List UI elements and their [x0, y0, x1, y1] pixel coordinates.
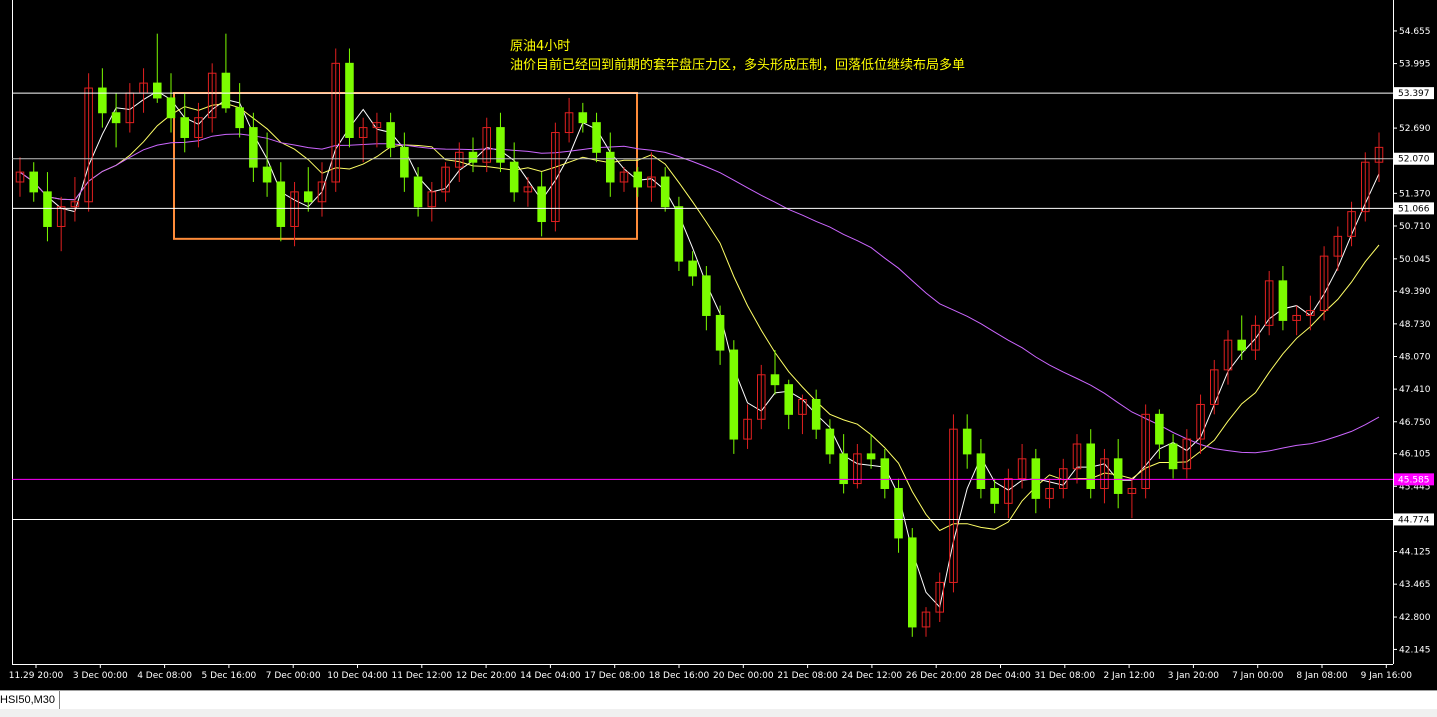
price-level-label-4: 44.774 — [1398, 515, 1430, 525]
y-tick-label-21: 42.145 — [1399, 645, 1431, 655]
candle-body-36 — [509, 161, 519, 193]
x-tick-label-20: 8 Jan 08:00 — [1296, 671, 1348, 681]
candle-body-38 — [537, 186, 546, 223]
candle-body-48 — [674, 206, 684, 262]
candle-body-62 — [866, 453, 876, 460]
candle-body-33 — [468, 151, 478, 163]
candle-body-69 — [962, 428, 972, 455]
candle-body-16 — [235, 107, 244, 129]
y-tick-label-18: 44.125 — [1399, 548, 1431, 558]
x-tick-label-14: 26 Dec 20:00 — [906, 671, 967, 681]
candle-body-28 — [400, 146, 409, 178]
x-tick-label-3: 5 Dec 16:00 — [201, 671, 256, 681]
candle-body-42 — [592, 122, 601, 153]
price-level-label-0: 53.397 — [1398, 89, 1430, 99]
y-tick-label-0: 54.655 — [1399, 27, 1431, 37]
candle-body-84 — [1168, 443, 1178, 470]
x-tick-label-7: 12 Dec 20:00 — [456, 671, 517, 681]
x-tick-label-13: 24 Dec 12:00 — [842, 671, 903, 681]
candle-body-45 — [633, 171, 643, 188]
candle-body-1 — [29, 171, 39, 193]
y-tick-label-7: 50.710 — [1399, 222, 1431, 232]
candle-body-10 — [152, 82, 162, 99]
y-tick-label-14: 46.105 — [1399, 450, 1431, 460]
candle-body-12 — [180, 117, 190, 138]
candle-body-92 — [1278, 280, 1288, 321]
y-tick-label-8: 50.045 — [1399, 255, 1431, 265]
y-tick-label-11: 48.070 — [1399, 352, 1431, 362]
y-tick-label-20: 42.800 — [1399, 613, 1431, 623]
candle-body-18 — [262, 166, 272, 183]
candle-body-49 — [688, 260, 697, 277]
x-tick-label-9: 17 Dec 08:00 — [584, 671, 645, 681]
candle-body-83 — [1155, 413, 1164, 445]
candle-body-55 — [770, 374, 780, 386]
candle-body-7 — [111, 112, 121, 124]
candle-body-56 — [784, 384, 794, 415]
candle-body-51 — [715, 314, 725, 351]
chart-area[interactable]: 54.655 53.995 52.690 51.370 50.710 50.045 49.3… — [0, 0, 1437, 690]
y-tick-label-12: 47.410 — [1399, 385, 1431, 395]
candle-body-47 — [660, 176, 670, 208]
candle-body-41 — [578, 112, 588, 124]
candle-body-78 — [1086, 443, 1096, 489]
y-tick-label-5: 51.370 — [1399, 189, 1431, 199]
candle-body-64 — [894, 487, 903, 539]
candle-body-50 — [702, 275, 711, 316]
candle-body-29 — [413, 176, 423, 208]
x-tick-label-15: 28 Dec 04:00 — [970, 671, 1031, 681]
candle-body-74 — [1031, 458, 1041, 499]
candle-body-17 — [249, 127, 258, 168]
x-tick-label-17: 2 Jan 12:00 — [1103, 671, 1155, 681]
candle-body-58 — [811, 399, 821, 430]
candle-body-65 — [907, 537, 917, 628]
candle-body-52 — [729, 349, 739, 440]
x-tick-label-1: 3 Dec 00:00 — [73, 671, 128, 681]
y-tick-label-9: 49.390 — [1399, 287, 1431, 297]
y-tick-label-10: 48.730 — [1399, 320, 1431, 330]
price-level-label-1: 52.070 — [1398, 155, 1430, 165]
candle-body-21 — [303, 191, 313, 203]
candle-body-15 — [221, 72, 231, 109]
candle-body-63 — [880, 458, 890, 489]
annotation-line-2: 油价目前已经回到前期的套牢盘压力区，多头形成压制，回落低位继续布局多单 — [510, 57, 965, 73]
x-tick-label-18: 3 Jan 20:00 — [1168, 671, 1220, 681]
x-tick-label-11: 20 Dec 00:00 — [713, 671, 774, 681]
price-level-label-2: 51.066 — [1398, 204, 1430, 214]
x-tick-label-19: 7 Jan 00:00 — [1232, 671, 1284, 681]
y-tick-label-3: 52.690 — [1399, 124, 1431, 134]
candle-body-19 — [276, 181, 286, 227]
price-level-label-3: 45.585 — [1398, 475, 1430, 485]
x-tick-label-16: 31 Dec 08:00 — [1035, 671, 1096, 681]
y-tick-label-19: 43.465 — [1399, 580, 1431, 590]
candle-body-59 — [825, 428, 835, 455]
x-tick-label-0: 11.29 20:00 — [9, 671, 64, 681]
price-chart[interactable]: 54.655 53.995 52.690 51.370 50.710 50.045 49.3… — [0, 0, 1437, 690]
candle-body-70 — [976, 453, 986, 489]
x-tick-label-12: 21 Dec 08:00 — [777, 671, 838, 681]
y-tick-label-1: 53.995 — [1399, 60, 1431, 70]
candle-body-71 — [990, 487, 999, 504]
candle-body-2 — [43, 191, 52, 227]
chart-tab-label[interactable]: HSI50,M30 — [0, 691, 61, 709]
candle-body-43 — [605, 151, 615, 183]
annotation-line-1: 原油4小时 — [510, 39, 570, 54]
x-tick-label-6: 11 Dec 12:00 — [392, 671, 453, 681]
candle-body-89 — [1237, 339, 1247, 351]
candle-body-6 — [98, 87, 107, 114]
y-tick-label-13: 46.750 — [1399, 418, 1431, 428]
x-tick-label-10: 18 Dec 16:00 — [649, 671, 710, 681]
candle-body-27 — [386, 122, 395, 148]
x-tick-label-21: 9 Jan 16:00 — [1361, 671, 1413, 681]
candle-body-11 — [166, 97, 176, 119]
candle-body-80 — [1113, 458, 1123, 494]
x-tick-label-4: 7 Dec 00:00 — [266, 671, 321, 681]
chart-tab-bar: HSI50,M30 — [0, 690, 1437, 717]
x-tick-label-5: 10 Dec 04:00 — [327, 671, 388, 681]
candle-body-35 — [496, 127, 505, 163]
candle-body-24 — [345, 62, 354, 138]
x-tick-label-8: 14 Dec 04:00 — [520, 671, 581, 681]
x-tick-label-2: 4 Dec 08:00 — [137, 671, 192, 681]
